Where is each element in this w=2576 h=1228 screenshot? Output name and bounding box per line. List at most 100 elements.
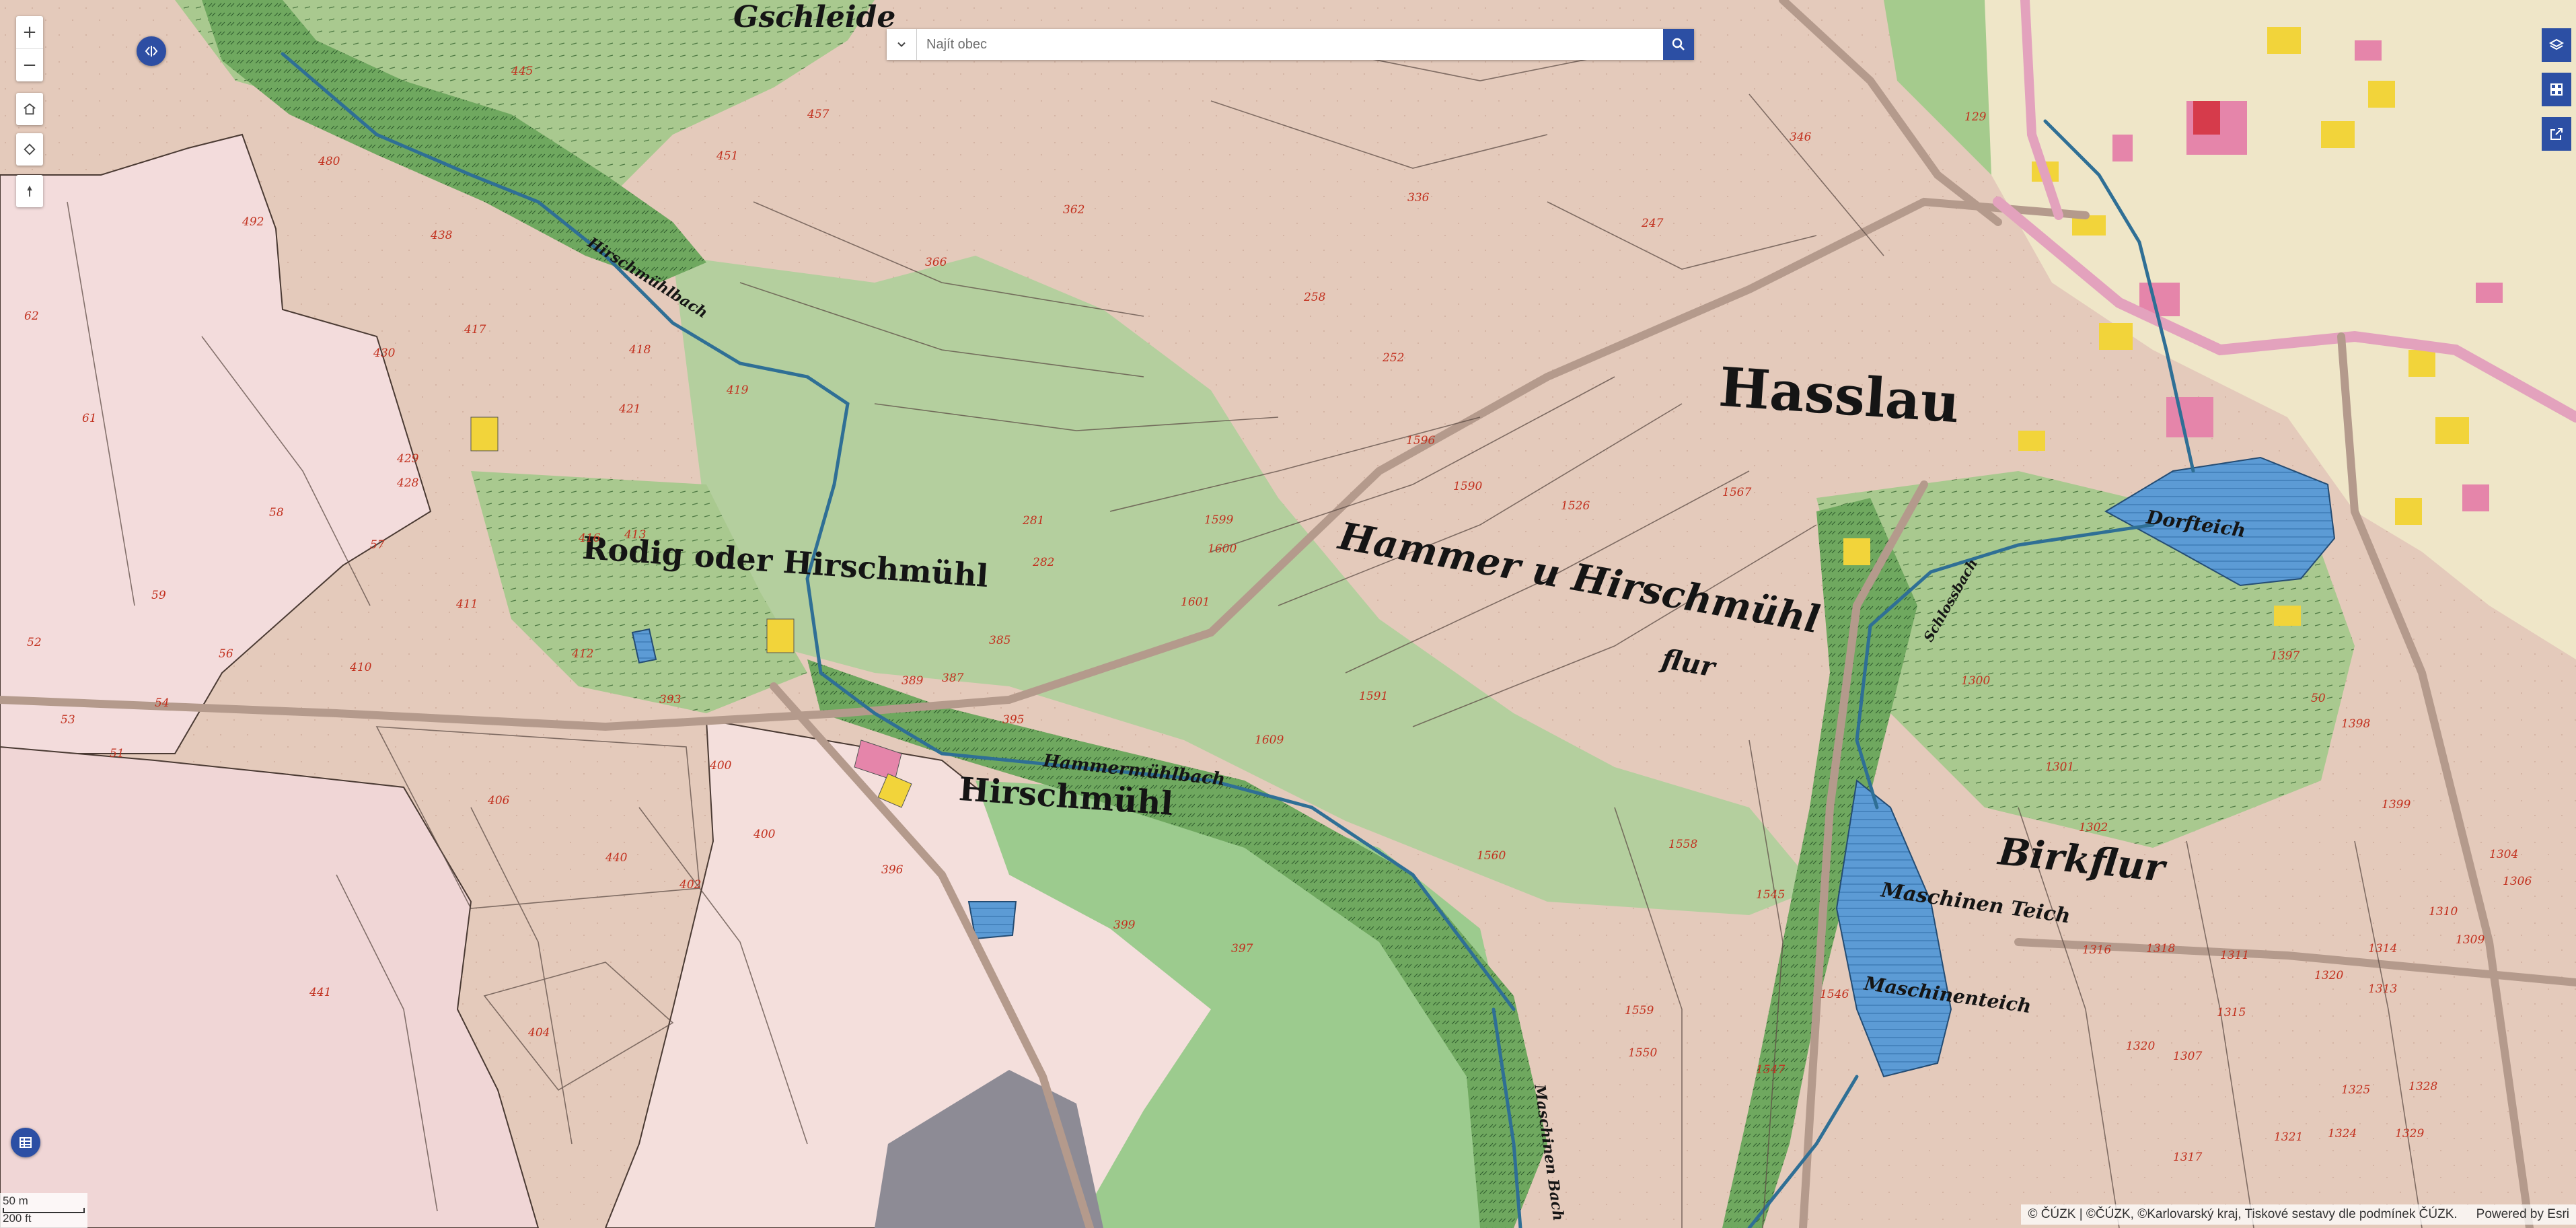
- parcel-number: 441: [309, 986, 332, 999]
- parcel-number: 1546: [1820, 988, 1849, 1001]
- parcel-number: 362: [1063, 203, 1085, 217]
- parcel-number: 56: [219, 647, 233, 661]
- parcel-number: 281: [1023, 514, 1045, 528]
- parcel-number: 1325: [2341, 1083, 2371, 1097]
- parcel-number: 438: [431, 229, 453, 242]
- parcel-number: 58: [269, 506, 284, 519]
- locate-button[interactable]: [16, 133, 43, 166]
- share-button[interactable]: [2542, 117, 2571, 151]
- parcel-number: 1316: [2082, 943, 2112, 957]
- parcel-number: 1317: [2173, 1151, 2203, 1164]
- parcel-number: 1609: [1255, 733, 1284, 747]
- parcel-number: 1397: [2271, 649, 2300, 663]
- parcel-number: 129: [1964, 110, 1987, 124]
- parcel-number: 1599: [1204, 513, 1234, 527]
- parcel-number: 385: [989, 634, 1011, 647]
- basemap-gallery-button[interactable]: [2542, 73, 2571, 106]
- zoom-controls: + −: [16, 16, 43, 81]
- layer-list-icon: [2548, 38, 2565, 50]
- parcel-number: 399: [1113, 918, 1136, 932]
- swipe-handle[interactable]: [137, 36, 166, 66]
- parcel-number: 1315: [2217, 1006, 2246, 1019]
- parcel-number: 413: [624, 528, 647, 542]
- parcel-number: 1320: [2126, 1040, 2156, 1053]
- parcel-number: 1310: [2429, 905, 2458, 918]
- zoom-in-button[interactable]: +: [16, 16, 43, 49]
- parcel-number: 402: [679, 878, 702, 892]
- parcel-number: 1321: [2274, 1130, 2304, 1144]
- parcel-number: 389: [901, 674, 924, 688]
- parcel-number: 1596: [1406, 434, 1436, 447]
- search-source-dropdown[interactable]: [887, 29, 917, 60]
- parcel-number: 400: [753, 828, 776, 841]
- compass-button[interactable]: [16, 175, 43, 207]
- parcel-number: 57: [370, 538, 385, 552]
- parcel-number: 1300: [1961, 674, 1991, 688]
- share-icon: [2550, 128, 2563, 140]
- parcel-number: 1318: [2146, 942, 2176, 955]
- parcel-number: 54: [155, 696, 170, 710]
- swipe-handle-icon: [145, 46, 158, 57]
- parcel-number: 247: [1642, 217, 1664, 230]
- parcel-number: 445: [511, 65, 533, 78]
- historic-cadastral-map[interactable]: [0, 0, 2576, 1228]
- parcel-number: 400: [710, 759, 732, 772]
- home-icon: [24, 103, 36, 115]
- parcel-number: 61: [82, 412, 97, 425]
- parcel-number: 53: [61, 713, 75, 727]
- parcel-number: 417: [464, 323, 486, 336]
- scale-bar: 50 m 200 ft: [0, 1193, 87, 1228]
- parcel-number: 406: [488, 794, 510, 807]
- parcel-number: 412: [572, 647, 594, 661]
- parcel-number: 336: [1407, 191, 1430, 205]
- parcel-number: 1301: [2045, 760, 2075, 774]
- search-widget: [887, 29, 1694, 60]
- chevron-down-icon: [897, 42, 906, 47]
- plus-icon: +: [22, 22, 37, 42]
- attribution-text: © ČÚZK | ©ČÚZK, ©Karlovarský kraj, Tisko…: [2028, 1207, 2458, 1221]
- parcel-number: 418: [629, 343, 651, 357]
- small-pond-south: [967, 901, 1017, 940]
- parcel-number: 1313: [2368, 982, 2398, 996]
- parcel-number: 1590: [1453, 480, 1483, 493]
- parcel-number: 387: [942, 672, 964, 685]
- parcel-number: 440: [605, 851, 628, 865]
- table-icon: [20, 1137, 32, 1148]
- search-button[interactable]: [1663, 29, 1694, 60]
- parcel-number: 419: [727, 384, 749, 397]
- parcel-number: 416: [579, 532, 601, 545]
- parcel-number: 457: [807, 108, 830, 121]
- parcel-number: 1591: [1359, 690, 1389, 703]
- home-button[interactable]: [16, 93, 43, 125]
- parcel-number: 397: [1231, 942, 1253, 955]
- parcel-number: 1526: [1561, 499, 1590, 513]
- search-input[interactable]: [917, 29, 1663, 60]
- search-icon: [1672, 38, 1685, 50]
- parcel-number: 395: [1002, 713, 1025, 727]
- zoom-out-button[interactable]: −: [16, 49, 43, 81]
- parcel-number: 430: [373, 347, 396, 360]
- layer-list-button[interactable]: [2542, 28, 2571, 62]
- parcel-number: 1329: [2395, 1127, 2425, 1141]
- parcel-number: 50: [2311, 692, 2326, 705]
- scale-label-metric: 50 m: [3, 1194, 28, 1207]
- parcel-number: 1558: [1668, 838, 1698, 851]
- parcel-number: 1309: [2456, 933, 2485, 947]
- parcel-number: 410: [350, 661, 372, 674]
- parcel-number: 1304: [2489, 848, 2519, 861]
- map-attribution: © ČÚZK | ©ČÚZK, ©Karlovarský kraj, Tisko…: [2021, 1204, 2576, 1225]
- parcel-number: 1307: [2173, 1050, 2203, 1063]
- parcel-number: 411: [456, 598, 478, 611]
- parcel-number: 1547: [1756, 1063, 1786, 1077]
- parcel-number: 52: [27, 636, 42, 649]
- attribute-table-button[interactable]: [11, 1128, 40, 1157]
- parcel-number: 429: [397, 452, 419, 466]
- parcel-number: 492: [242, 215, 264, 229]
- parcel-number: 1559: [1625, 1004, 1654, 1017]
- parcel-number: 346: [1790, 131, 1812, 144]
- parcel-number: 421: [619, 402, 641, 416]
- locate-icon: [24, 143, 36, 155]
- parcel-number: 62: [24, 310, 39, 323]
- powered-by-link[interactable]: Powered by Esri: [2476, 1207, 2569, 1222]
- parcel-number: 1399: [2382, 798, 2411, 811]
